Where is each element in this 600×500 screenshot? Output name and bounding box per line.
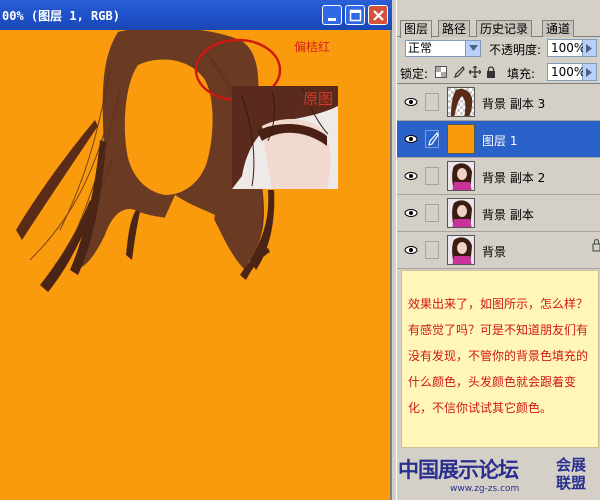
layers-panel: 图层 路径 历史记录 通道 正常 不透明度: 100% 锁定: 填充: 100% bbox=[396, 0, 600, 500]
eye-icon[interactable] bbox=[403, 93, 419, 111]
minimize-icon bbox=[328, 18, 336, 21]
layer-row[interactable]: 背景 副本 2 bbox=[397, 158, 600, 195]
lock-transparent-icon[interactable] bbox=[435, 66, 447, 78]
blend-mode-select[interactable]: 正常 bbox=[405, 40, 481, 57]
opacity-field[interactable]: 100% bbox=[547, 39, 585, 57]
watermark-main: 中国展示论坛 bbox=[398, 458, 519, 482]
tab-history[interactable]: 历史记录 bbox=[476, 20, 533, 37]
tab-layers[interactable]: 图层 bbox=[400, 20, 433, 38]
layer-name: 背景 副本 bbox=[482, 208, 534, 222]
blend-mode-value: 正常 bbox=[408, 41, 433, 55]
document-title: 00% (图层 1, RGB) bbox=[2, 9, 120, 23]
tab-channels[interactable]: 通道 bbox=[542, 20, 575, 37]
maximize-button[interactable] bbox=[345, 5, 365, 25]
opacity-label: 不透明度: bbox=[489, 43, 542, 57]
layer-thumbnail bbox=[447, 87, 475, 117]
hue-annotation: 偏桔红 bbox=[294, 40, 331, 54]
lock-row: 锁定: 填充: 100% bbox=[397, 61, 600, 83]
lock-move-icon[interactable] bbox=[469, 66, 481, 78]
lock-label: 锁定: bbox=[400, 67, 429, 81]
lock-all-icon[interactable] bbox=[485, 66, 497, 78]
fill-label: 填充: bbox=[507, 67, 536, 81]
watermark-side: 会展联盟 bbox=[556, 456, 587, 492]
close-button[interactable] bbox=[368, 5, 388, 25]
layer-row[interactable]: 背景 bbox=[397, 232, 600, 269]
tab-paths[interactable]: 路径 bbox=[438, 20, 471, 37]
site-watermark: 中国展示论坛 会展联盟 www.zg-zs.com bbox=[398, 452, 598, 498]
opacity-slider-button[interactable] bbox=[583, 39, 597, 57]
layer-thumbnail bbox=[447, 235, 475, 265]
layer-row[interactable]: 背景 副本 3 bbox=[397, 84, 600, 121]
original-label: 原图 bbox=[303, 90, 334, 108]
layer-thumbnail bbox=[447, 198, 475, 228]
layer-link-cell[interactable] bbox=[425, 167, 439, 185]
eye-icon[interactable] bbox=[403, 167, 419, 185]
eye-icon[interactable] bbox=[403, 204, 419, 222]
layer-link-cell[interactable] bbox=[425, 204, 439, 222]
eye-icon[interactable] bbox=[403, 241, 419, 259]
layer-thumbnail bbox=[447, 161, 475, 191]
watermark-url: www.zg-zs.com bbox=[450, 484, 520, 494]
close-icon bbox=[373, 10, 384, 21]
tutorial-note-text: 效果出来了，如图所示，怎么样？有感觉了吗？可是不知道朋友们有没有发现，不管你的背… bbox=[408, 297, 589, 415]
brush-icon bbox=[428, 131, 439, 146]
layer-name: 图层 1 bbox=[482, 134, 518, 148]
lock-icon bbox=[592, 239, 600, 252]
document-canvas[interactable]: 原图 偏桔红 bbox=[0, 30, 390, 500]
chevron-right-icon bbox=[586, 68, 592, 77]
lock-brush-icon[interactable] bbox=[453, 66, 465, 78]
chevron-right-icon bbox=[586, 44, 592, 53]
eye-icon[interactable] bbox=[403, 130, 419, 148]
chevron-down-icon bbox=[465, 41, 480, 56]
fill-slider-button[interactable] bbox=[583, 63, 597, 81]
layer-thumbnail bbox=[447, 124, 475, 154]
document-titlebar[interactable]: 00% (图层 1, RGB) bbox=[0, 0, 392, 30]
tutorial-note: 效果出来了，如图所示，怎么样？有感觉了吗？可是不知道朋友们有没有发现，不管你的背… bbox=[401, 270, 599, 448]
minimize-button[interactable] bbox=[322, 5, 342, 25]
layer-name: 背景 副本 3 bbox=[482, 97, 546, 111]
layer-name: 背景 副本 2 bbox=[482, 171, 546, 185]
layer-link-cell[interactable] bbox=[425, 130, 439, 148]
layer-row[interactable]: 图层 1 bbox=[397, 121, 600, 158]
document-window: 00% (图层 1, RGB) 原图 偏桔红 bbox=[0, 0, 392, 500]
layer-link-cell[interactable] bbox=[425, 93, 439, 111]
layer-row[interactable]: 背景 副本 bbox=[397, 195, 600, 232]
layer-list: 背景 副本 3 图层 1 背景 副本 2 背景 副本 背景 bbox=[397, 83, 600, 269]
panel-tabs: 图层 路径 历史记录 通道 bbox=[397, 20, 600, 38]
layer-name: 背景 bbox=[482, 245, 507, 259]
layer-link-cell[interactable] bbox=[425, 241, 439, 259]
fill-field[interactable]: 100% bbox=[547, 63, 585, 81]
maximize-icon bbox=[349, 9, 362, 22]
